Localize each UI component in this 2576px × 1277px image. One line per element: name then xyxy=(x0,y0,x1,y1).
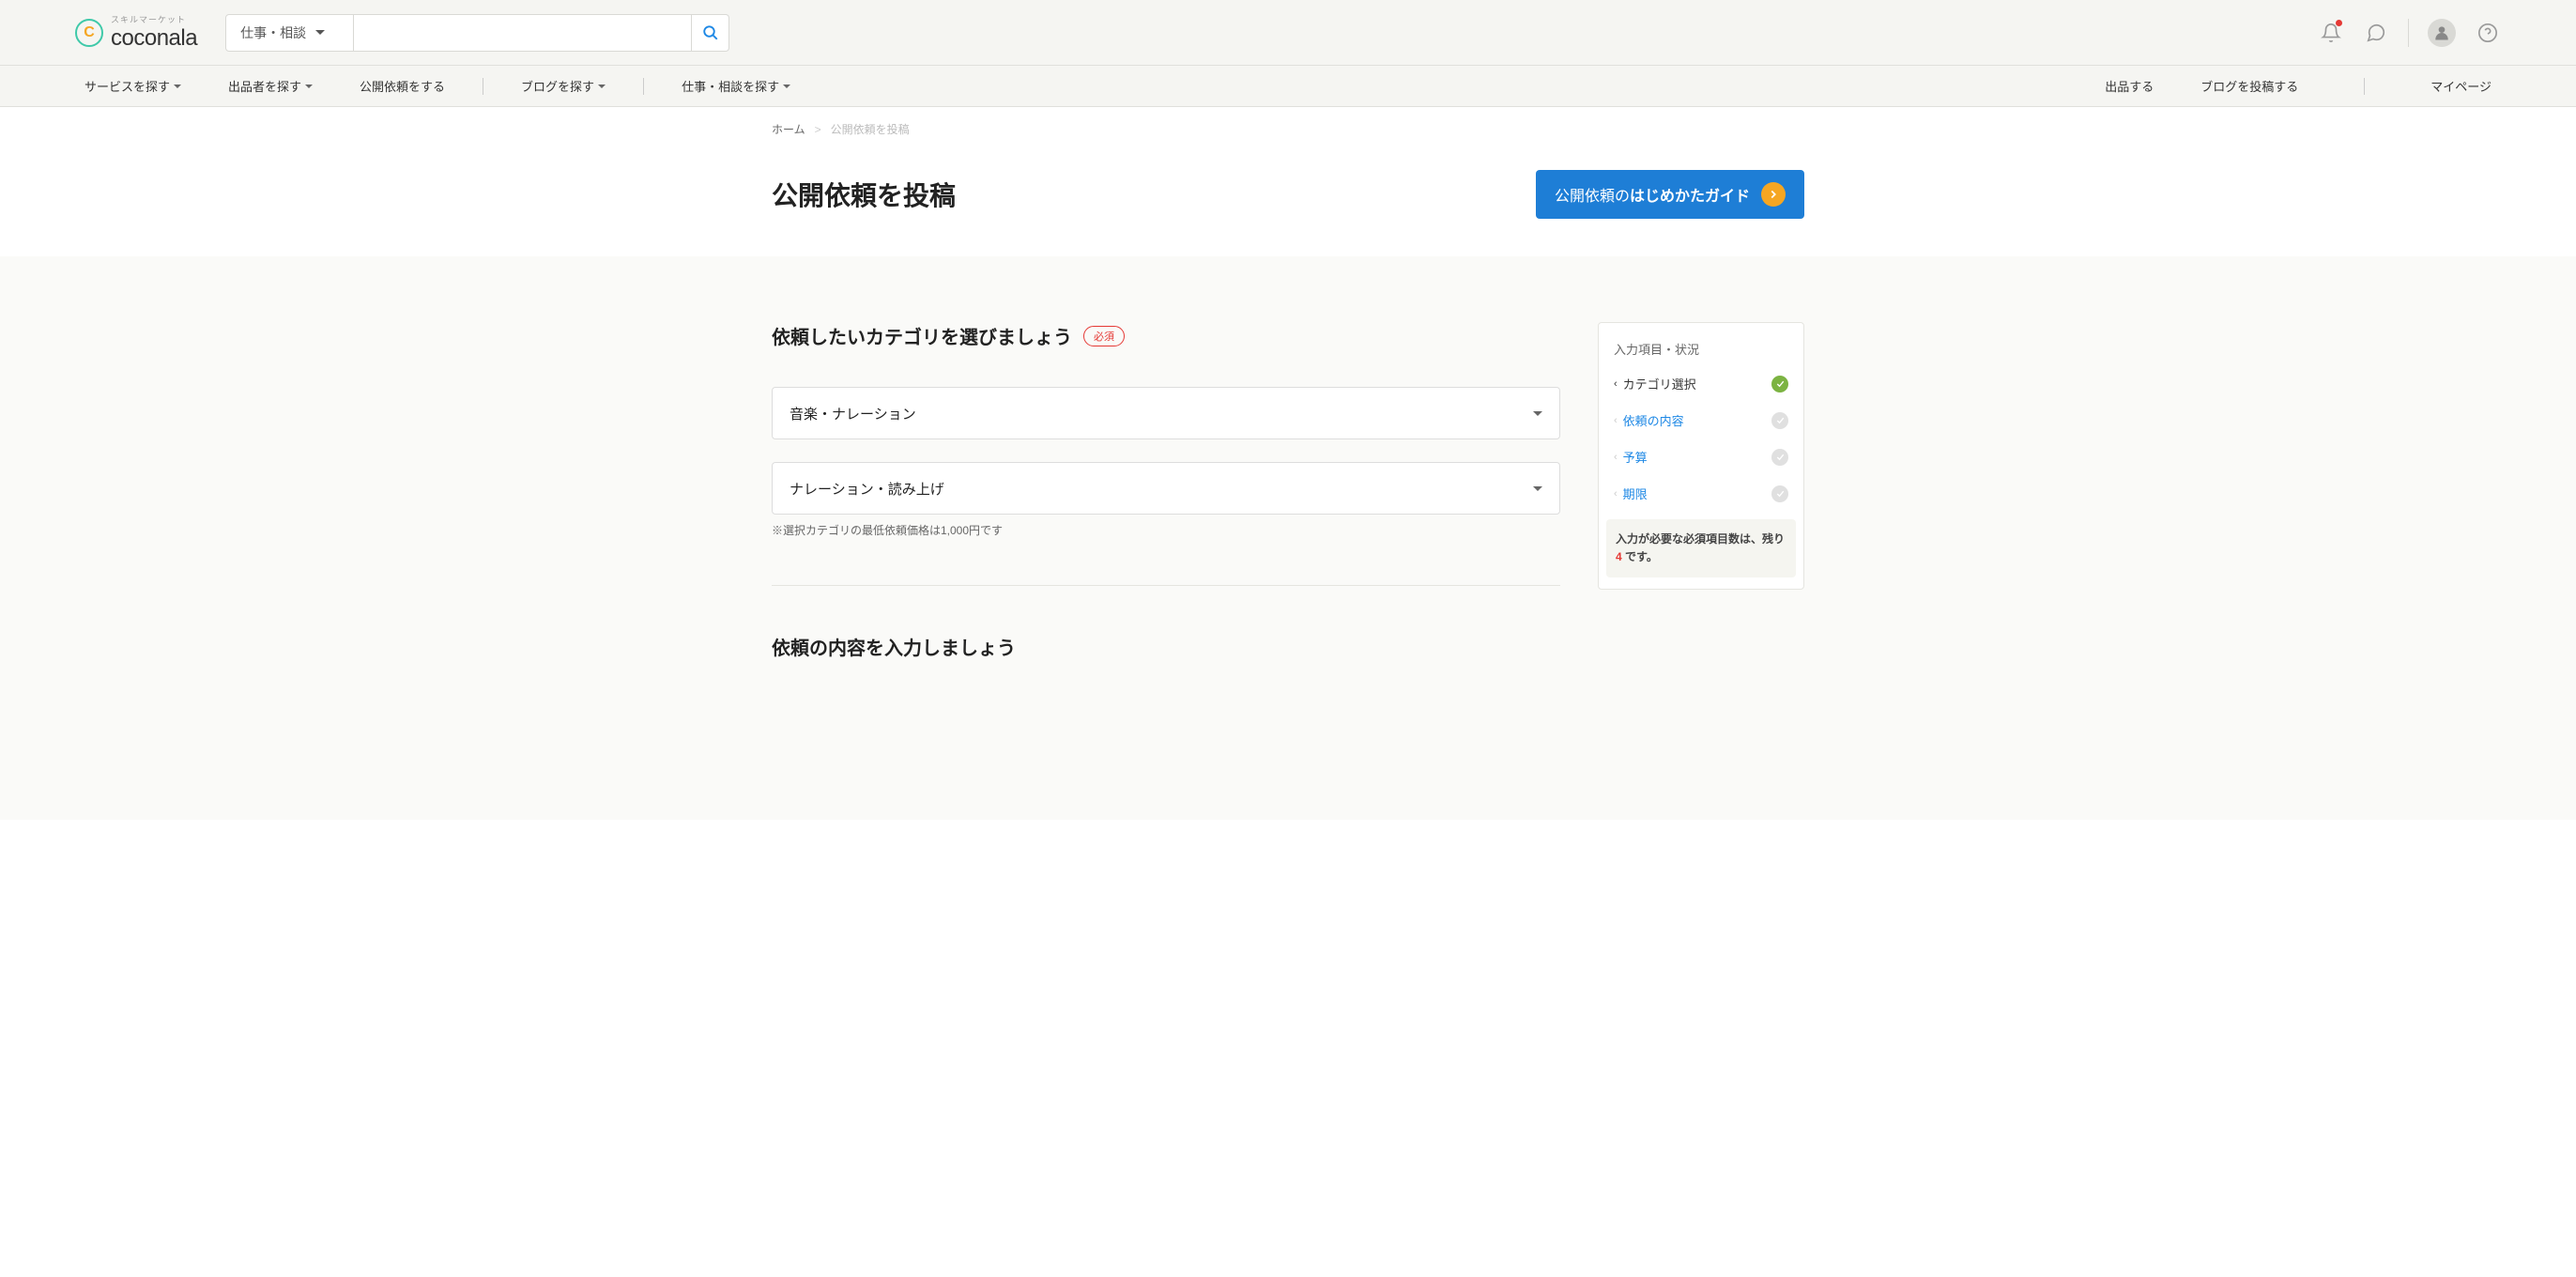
chevron-down-icon xyxy=(315,30,325,35)
breadcrumb-home[interactable]: ホーム xyxy=(772,121,805,137)
nav-seller[interactable]: 出品者を探す xyxy=(219,66,322,106)
search-form: 仕事・相談 xyxy=(225,14,729,52)
category-price-note: ※選択カテゴリの最低依頼価格は1,000円です xyxy=(772,522,1560,538)
status-card-title: 入力項目・状況 xyxy=(1599,340,1803,365)
status-card: 入力項目・状況 ‹ カテゴリ選択 ‹ 依頼の内容 xyxy=(1598,322,1804,590)
header-right xyxy=(2318,19,2501,47)
status-item-label: 期限 xyxy=(1623,485,1648,502)
category-select-sub-value: ナレーション・読み上げ xyxy=(790,479,944,499)
check-icon xyxy=(1771,485,1788,502)
chevron-down-icon xyxy=(174,85,181,88)
search-button[interactable] xyxy=(692,14,729,52)
logo[interactable]: スキルマーケット coconala xyxy=(75,13,197,52)
divider xyxy=(772,585,1560,586)
search-category-label: 仕事・相談 xyxy=(240,23,306,42)
logo-tagline: スキルマーケット xyxy=(111,13,197,25)
chevron-left-icon: ‹ xyxy=(1614,415,1618,426)
page-title: 公開依頼を投稿 xyxy=(772,176,956,213)
chevron-down-icon xyxy=(1533,486,1542,491)
logo-text: coconala xyxy=(111,25,197,52)
nav-blog[interactable]: ブログを探す xyxy=(512,66,615,106)
side-column: 入力項目・状況 ‹ カテゴリ選択 ‹ 依頼の内容 xyxy=(1598,322,1804,660)
remaining-count: 4 xyxy=(1616,550,1622,563)
nav-service[interactable]: サービスを探す xyxy=(75,66,191,106)
category-select-sub[interactable]: ナレーション・読み上げ xyxy=(772,462,1560,515)
chat-icon xyxy=(2366,23,2386,43)
bell-icon xyxy=(2321,23,2341,43)
guide-text: 公開依頼のはじめかたガイド xyxy=(1555,183,1750,206)
avatar-button[interactable] xyxy=(2428,19,2456,47)
category-select-main[interactable]: 音楽・ナレーション xyxy=(772,387,1560,439)
status-item-deadline[interactable]: ‹ 期限 xyxy=(1599,475,1803,512)
main-column: 依頼したいカテゴリを選びましょう 必須 音楽・ナレーション ナレーション・読み上… xyxy=(772,322,1560,660)
logo-icon xyxy=(75,19,103,47)
status-item-label: 予算 xyxy=(1623,448,1648,466)
section-heading-content: 依頼の内容を入力しましょう xyxy=(772,633,1560,660)
chevron-left-icon: ‹ xyxy=(1614,488,1618,500)
check-icon xyxy=(1771,412,1788,429)
header-top: スキルマーケット coconala 仕事・相談 xyxy=(0,0,2576,66)
chevron-down-icon xyxy=(305,85,313,88)
chevron-left-icon: ‹ xyxy=(1614,378,1618,390)
nav-job[interactable]: 仕事・相談を探す xyxy=(672,66,800,106)
status-item-label: カテゴリ選択 xyxy=(1623,375,1696,392)
user-icon xyxy=(2432,23,2451,42)
check-icon xyxy=(1771,376,1788,392)
message-button[interactable] xyxy=(2363,20,2389,46)
search-category-select[interactable]: 仕事・相談 xyxy=(225,14,354,52)
divider xyxy=(643,78,644,95)
section-heading-category: 依頼したいカテゴリを選びましょう 必須 xyxy=(772,322,1560,349)
arrow-right-icon xyxy=(1761,182,1786,207)
title-row: 公開依頼を投稿 公開依頼のはじめかたガイド xyxy=(772,151,1804,256)
chevron-down-icon xyxy=(598,85,606,88)
nav-mypage[interactable]: マイページ xyxy=(2421,77,2501,95)
breadcrumb-current: 公開依頼を投稿 xyxy=(831,121,910,137)
chevron-left-icon: ‹ xyxy=(1614,452,1618,463)
guide-button[interactable]: 公開依頼のはじめかたガイド xyxy=(1536,170,1804,219)
status-item-category[interactable]: ‹ カテゴリ選択 xyxy=(1599,365,1803,402)
nav-request[interactable]: 公開依頼をする xyxy=(350,66,454,106)
status-item-content[interactable]: ‹ 依頼の内容 xyxy=(1599,402,1803,438)
breadcrumb-separator: > xyxy=(815,123,821,136)
required-badge: 必須 xyxy=(1083,326,1125,346)
check-icon xyxy=(1771,449,1788,466)
chevron-down-icon xyxy=(783,85,790,88)
status-footer: 入力が必要な必須項目数は、残り 4 です。 xyxy=(1606,519,1796,577)
notification-button[interactable] xyxy=(2318,20,2344,46)
help-button[interactable] xyxy=(2475,20,2501,46)
help-icon xyxy=(2477,23,2498,43)
nav-bar: サービスを探す 出品者を探す 公開依頼をする ブログを探す 仕事・相談を探す 出… xyxy=(0,66,2576,107)
status-item-label: 依頼の内容 xyxy=(1623,411,1684,429)
status-item-budget[interactable]: ‹ 予算 xyxy=(1599,438,1803,475)
breadcrumb: ホーム > 公開依頼を投稿 xyxy=(772,107,1804,151)
search-icon xyxy=(702,24,719,41)
divider xyxy=(2408,19,2409,47)
nav-sell[interactable]: 出品する xyxy=(2095,77,2163,95)
search-input[interactable] xyxy=(354,14,692,52)
nav-post-blog[interactable]: ブログを投稿する xyxy=(2191,77,2308,95)
chevron-down-icon xyxy=(1533,411,1542,416)
category-select-main-value: 音楽・ナレーション xyxy=(790,404,916,423)
content-area: 依頼したいカテゴリを選びましょう 必須 音楽・ナレーション ナレーション・読み上… xyxy=(0,256,2576,820)
divider xyxy=(2364,78,2365,95)
